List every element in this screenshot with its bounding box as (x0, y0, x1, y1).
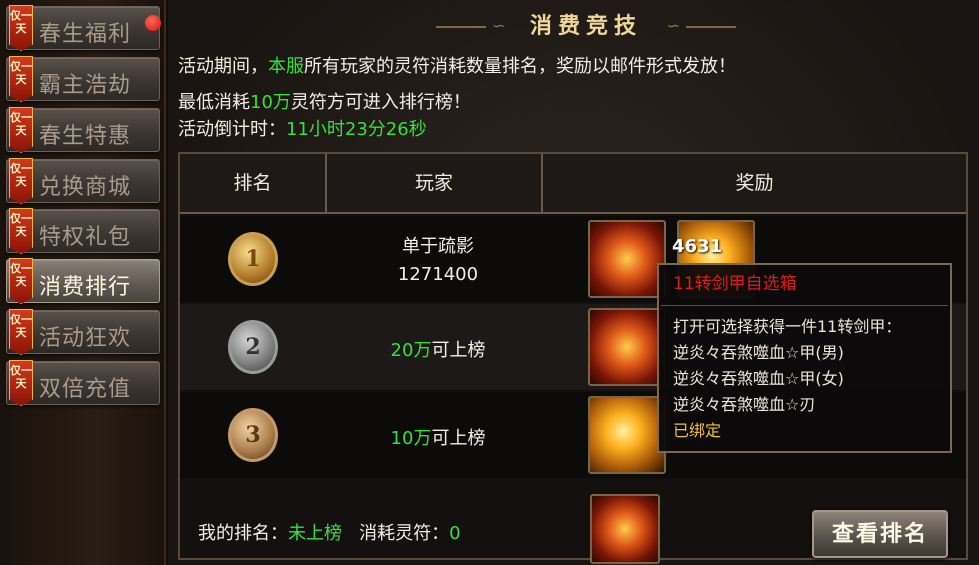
reward-armor-chest-icon[interactable] (588, 308, 666, 386)
limited-tag: 仅一天 (9, 360, 33, 406)
title-divider (686, 26, 736, 28)
player-consumption: 1271400 (397, 264, 479, 285)
my-rank-info: 我的排名：未上榜 消耗灵符：0 (198, 519, 461, 545)
column-header-rank: 排名 (180, 154, 327, 212)
sidebar-item-label: 春生特惠 (39, 124, 132, 149)
ornament-icon: ∽ (666, 16, 680, 35)
threshold-value: 10万 (390, 428, 432, 449)
ornament-icon: ∽ (492, 16, 506, 35)
threshold-suffix: 可上榜 (431, 340, 486, 361)
page-title: 消费竞技 (529, 13, 642, 39)
tooltip-option: 逆炎々吞煞噬血☆甲(男) (673, 343, 844, 362)
sidebar: 仅一天 春生福利 仅一天 霸主浩劫 仅一天 春生特惠 仅一天 兑换商城 仅一天 … (0, 0, 166, 565)
threshold-suffix: 可上榜 (431, 428, 486, 449)
rank-3-medal-icon: 3 (228, 408, 278, 462)
player-name: 单于疏影 (402, 236, 474, 257)
info-line-minimum: 最低消耗10万灵符方可进入排行榜！ (178, 88, 471, 114)
view-ranking-button[interactable]: 查看排名 (812, 510, 948, 558)
rank-1-medal-icon: 1 (228, 232, 278, 286)
tooltip-option: 逆炎々吞煞噬血☆甲(女) (673, 369, 844, 388)
limited-tag: 仅一天 (9, 5, 33, 51)
tooltip-desc: 打开可选择获得一件11转剑甲： (673, 317, 902, 336)
column-header-reward: 奖励 (735, 172, 774, 194)
tooltip-title: 11转剑甲自选箱 (673, 274, 797, 294)
sidebar-item-label: 特权礼包 (39, 225, 132, 250)
limited-tag: 仅一天 (9, 107, 33, 153)
title-divider (436, 26, 486, 28)
info-text: 活动期间， (178, 56, 268, 77)
notification-dot-icon (145, 15, 161, 31)
reward-count: 4631 (672, 236, 723, 257)
reward-armor-chest-icon[interactable] (588, 220, 666, 298)
limited-tag: 仅一天 (9, 208, 33, 254)
info-highlight: 10万 (250, 92, 291, 113)
sidebar-item-label: 双倍充值 (39, 377, 132, 402)
table-header: 排名 玩家 奖励 (180, 154, 966, 214)
threshold-value: 20万 (390, 340, 432, 361)
sidebar-item-exchange-shop[interactable]: 仅一天 兑换商城 (6, 158, 160, 204)
sidebar-item-double-recharge[interactable]: 仅一天 双倍充值 (6, 360, 160, 406)
sidebar-item-label: 兑换商城 (39, 175, 132, 200)
countdown-value: 11小时23分26秒 (286, 119, 427, 140)
sidebar-item-consumption-ranking[interactable]: 仅一天 消费排行 (6, 258, 160, 304)
item-tooltip: 11转剑甲自选箱 打开可选择获得一件11转剑甲： 逆炎々吞煞噬血☆甲(男) 逆炎… (657, 263, 952, 453)
tooltip-divider (661, 305, 948, 306)
tooltip-option: 逆炎々吞煞噬血☆刃 (673, 395, 816, 414)
sidebar-item-label: 霸主浩劫 (39, 73, 132, 98)
sidebar-item-label: 消费排行 (39, 275, 132, 300)
limited-tag: 仅一天 (9, 158, 33, 204)
info-line-rules: 活动期间，本服所有玩家的灵符消耗数量排名，奖励以邮件形式发放！ (178, 52, 736, 78)
consumed-value: 0 (449, 523, 461, 544)
info-text: 所有玩家的灵符消耗数量排名，奖励以邮件形式发放！ (304, 56, 736, 77)
rank-threshold: 10万可上榜 (330, 424, 546, 450)
column-header-player: 玩家 (327, 154, 543, 212)
reward-treasure-chest-icon[interactable] (588, 396, 666, 474)
sidebar-item-spring-deals[interactable]: 仅一天 春生特惠 (6, 107, 160, 153)
sidebar-item-label: 春生福利 (39, 22, 132, 47)
sidebar-item-spring-welfare[interactable]: 仅一天 春生福利 (6, 5, 161, 51)
countdown-label: 活动倒计时： (178, 119, 286, 140)
my-reward-chest-icon[interactable] (590, 494, 660, 564)
tooltip-bound-status: 已绑定 (673, 421, 722, 440)
sidebar-item-privilege-pack[interactable]: 仅一天 特权礼包 (6, 208, 160, 254)
info-text: 最低消耗 (178, 92, 250, 113)
sidebar-item-overlord-calamity[interactable]: 仅一天 霸主浩劫 (6, 56, 160, 102)
consumed-label: 消耗灵符： (359, 523, 450, 544)
sidebar-item-label: 活动狂欢 (39, 326, 132, 351)
countdown: 活动倒计时：11小时23分26秒 (178, 115, 427, 141)
info-highlight: 本服 (268, 56, 304, 77)
my-rank-value: 未上榜 (288, 523, 342, 544)
limited-tag: 仅一天 (9, 258, 33, 304)
rank-2-medal-icon: 2 (228, 320, 278, 374)
limited-tag: 仅一天 (9, 56, 33, 102)
sidebar-item-event-carnival[interactable]: 仅一天 活动狂欢 (6, 309, 160, 355)
info-text: 灵符方可进入排行榜！ (290, 92, 471, 113)
limited-tag: 仅一天 (9, 309, 33, 355)
rank-threshold: 20万可上榜 (330, 336, 546, 362)
page-title-banner: ∽ 消费竞技 ∽ (436, 8, 736, 44)
my-rank-label: 我的排名： (198, 523, 288, 544)
